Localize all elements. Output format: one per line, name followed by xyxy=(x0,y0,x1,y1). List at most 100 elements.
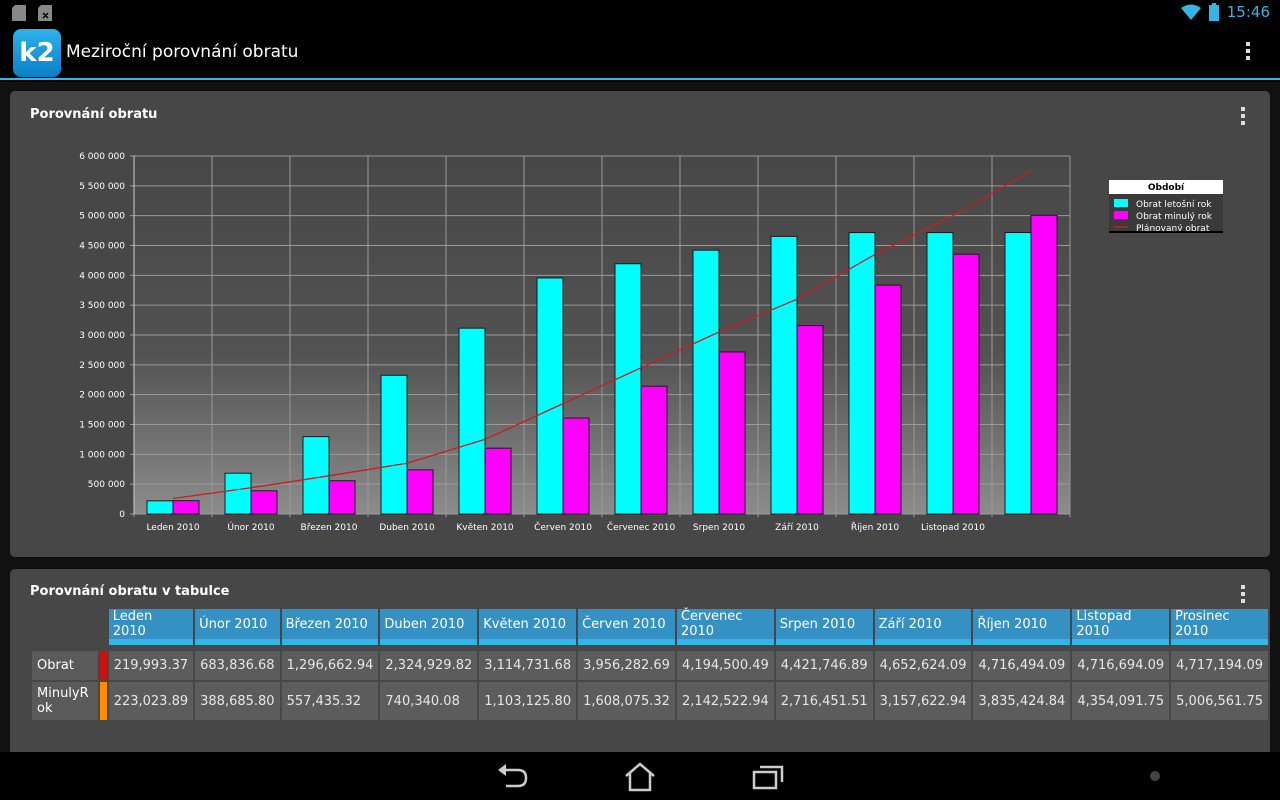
y-tick-label: 4 000 000 xyxy=(79,271,125,281)
column-header[interactable]: Prosinec 2010 xyxy=(1171,609,1268,645)
x-tick-label: Srpen 2010 xyxy=(693,523,745,533)
data-table: Leden 2010 Únor 2010 Březen 2010 Duben 2010… xyxy=(30,607,1270,722)
table-cell[interactable]: 3,114,731.68 xyxy=(479,651,577,680)
legend-swatch xyxy=(1114,211,1128,219)
table-cell[interactable]: 4,421,746.89 xyxy=(775,651,873,680)
table-row: Obrat 219,993.37 683,836.68 1,296,662.94 2,3… xyxy=(32,651,1268,680)
sd-card-removed-icon xyxy=(38,5,52,21)
column-header[interactable]: Duben 2010 xyxy=(380,609,478,645)
bar-current xyxy=(536,277,564,515)
y-tick-label: 6 000 000 xyxy=(79,152,125,162)
column-header[interactable]: Červen 2010 xyxy=(578,609,675,645)
y-tick-label: 0 xyxy=(119,510,125,520)
table-cell[interactable]: 740,340.08 xyxy=(380,682,478,720)
column-header[interactable]: Únor 2010 xyxy=(195,609,280,645)
bar-current xyxy=(380,374,408,515)
table-cell[interactable]: 2,716,451.51 xyxy=(775,682,873,720)
bar-previous xyxy=(718,351,746,515)
table-cell[interactable]: 1,608,075.32 xyxy=(578,682,675,720)
bar-previous xyxy=(328,480,356,515)
x-tick-label: Červenec 2010 xyxy=(607,521,676,533)
column-header[interactable]: Květen 2010 xyxy=(479,609,577,645)
back-icon[interactable] xyxy=(494,762,530,792)
x-tick-label: Listopad 2010 xyxy=(921,523,985,533)
bar-current xyxy=(770,235,798,515)
chart-menu-icon[interactable] xyxy=(1239,107,1247,125)
table-cell[interactable]: 4,194,500.49 xyxy=(676,651,774,680)
bar-current xyxy=(1004,232,1032,515)
y-tick-label: 500 000 xyxy=(88,480,125,490)
table-cell[interactable]: 557,435.32 xyxy=(281,682,379,720)
table-cell[interactable]: 5,006,561.75 xyxy=(1171,682,1268,720)
y-tick-label: 2 500 000 xyxy=(79,361,125,371)
bar-current xyxy=(848,232,876,515)
y-tick-label: 3 500 000 xyxy=(79,301,125,311)
table-cell[interactable]: 2,324,929.82 xyxy=(380,651,478,680)
table-cell[interactable]: 219,993.37 xyxy=(108,651,194,680)
bar-previous xyxy=(250,490,278,515)
legend-title: Období xyxy=(1148,183,1185,193)
table-cell[interactable]: 4,354,091.75 xyxy=(1072,682,1170,720)
bar-current xyxy=(302,436,330,515)
bar-current xyxy=(614,263,642,515)
table-cell[interactable]: 4,716,694.09 xyxy=(1072,651,1170,680)
y-tick-label: 5 500 000 xyxy=(79,182,125,192)
y-tick-label: 1 000 000 xyxy=(79,450,125,460)
table-menu-icon[interactable] xyxy=(1239,585,1247,603)
bar-previous xyxy=(640,385,668,515)
y-tick-label: 3 000 000 xyxy=(79,331,125,341)
row-header: Obrat xyxy=(32,651,98,680)
table-cell[interactable]: 683,836.68 xyxy=(195,651,280,680)
table-cell[interactable]: 3,956,282.69 xyxy=(578,651,675,680)
column-header[interactable]: Říjen 2010 xyxy=(973,609,1071,645)
x-tick-label: Březen 2010 xyxy=(301,523,358,533)
status-time: 15:46 xyxy=(1226,3,1270,21)
table-cell[interactable]: 388,685.80 xyxy=(195,682,280,720)
bar-current xyxy=(692,249,720,515)
action-bar: k2 Meziroční porovnání obratu xyxy=(0,26,1280,80)
bar-previous xyxy=(952,253,980,515)
home-icon[interactable] xyxy=(622,762,658,792)
table-cell[interactable]: 4,652,624.09 xyxy=(874,651,972,680)
y-tick-label: 4 500 000 xyxy=(79,242,125,252)
legend-label: Obrat letošní rok xyxy=(1136,199,1212,210)
table-cell[interactable]: 4,717,194.09 xyxy=(1171,651,1268,680)
column-header[interactable]: Červenec 2010 xyxy=(676,609,774,645)
table-cell[interactable]: 3,157,622.94 xyxy=(874,682,972,720)
column-header[interactable]: Září 2010 xyxy=(874,609,972,645)
x-tick-label: Duben 2010 xyxy=(379,523,435,533)
column-header[interactable]: Listopad 2010 xyxy=(1072,609,1170,645)
y-tick-label: 1 500 000 xyxy=(79,421,125,431)
table-cell[interactable]: 1,103,125.80 xyxy=(479,682,577,720)
table-cell[interactable]: 1,296,662.94 xyxy=(281,651,379,680)
bar-previous xyxy=(1030,214,1058,515)
table-cell[interactable]: 4,716,494.09 xyxy=(973,651,1071,680)
bar-previous xyxy=(796,325,824,515)
row-color-marker xyxy=(99,651,107,680)
chart-panel: 0 500 000 1 000 000 1 500 000 2 000 000 2 500… xyxy=(10,91,1270,557)
table-cell[interactable]: 223,023.89 xyxy=(108,682,194,720)
bar-current xyxy=(926,232,954,515)
table-cell[interactable]: 2,142,522.94 xyxy=(676,682,774,720)
column-header[interactable]: Leden 2010 xyxy=(108,609,194,645)
y-tick-label: 2 000 000 xyxy=(79,391,125,401)
x-tick-label: Říjen 2010 xyxy=(851,522,900,533)
sd-card-icon xyxy=(12,5,26,21)
column-header[interactable]: Srpen 2010 xyxy=(775,609,873,645)
bar-current xyxy=(224,472,252,515)
column-header[interactable]: Březen 2010 xyxy=(281,609,379,645)
row-color-marker xyxy=(99,682,107,720)
status-bar: 15:46 xyxy=(0,0,1280,26)
bar-current xyxy=(146,500,174,515)
x-tick-label: Květen 2010 xyxy=(456,523,514,533)
menu-dot-icon[interactable] xyxy=(1149,770,1161,782)
table-panel-title: Porovnání obratu v tabulce xyxy=(30,584,230,599)
x-tick-label: Leden 2010 xyxy=(146,523,199,533)
app-logo[interactable]: k2 xyxy=(13,29,61,77)
battery-icon xyxy=(1208,3,1219,21)
table-cell[interactable]: 3,835,424.84 xyxy=(973,682,1071,720)
table-header-row: Leden 2010 Únor 2010 Březen 2010 Duben 2010… xyxy=(32,609,1268,645)
bar-previous xyxy=(874,284,902,515)
recent-apps-icon[interactable] xyxy=(750,762,786,792)
overflow-menu-icon[interactable] xyxy=(1244,42,1252,60)
